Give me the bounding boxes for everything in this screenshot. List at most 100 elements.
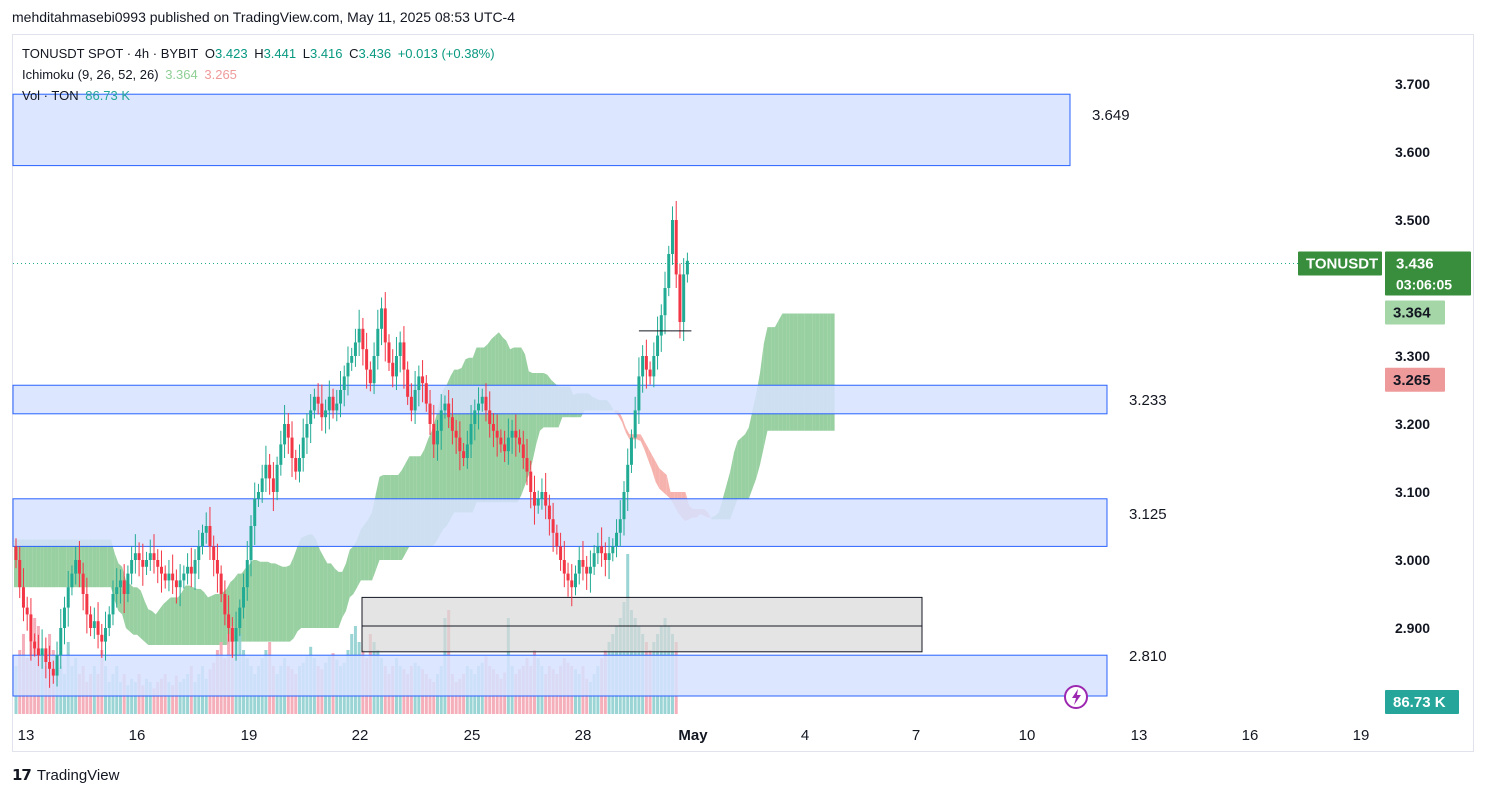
candle-body bbox=[145, 560, 149, 567]
volume-legend[interactable]: Vol · TON 86.73 K bbox=[22, 88, 133, 103]
price-chart[interactable]: 3.649 3.233 3.125 2.810 3.700 3.600 3.500 3.300… bbox=[0, 0, 1488, 798]
candle-body bbox=[331, 396, 335, 411]
candle-body bbox=[409, 396, 413, 411]
candle-body bbox=[118, 580, 122, 588]
ichimoku-cloud-bull bbox=[290, 556, 294, 642]
ichimoku-cloud-bull bbox=[200, 588, 205, 645]
candle-body bbox=[532, 492, 536, 506]
candle-body bbox=[361, 328, 365, 350]
ichimoku-legend[interactable]: Ichimoku (9, 26, 52, 26) 3.364 3.265 bbox=[22, 67, 240, 82]
tradingview-brand[interactable]: 𝟭𝟳 TradingView bbox=[12, 766, 119, 785]
candle-body bbox=[219, 573, 223, 594]
candle-body bbox=[432, 424, 436, 445]
ichimoku-cloud-bull bbox=[133, 587, 138, 635]
ichimoku-cloud-bull bbox=[166, 597, 171, 645]
ichimoku-cloud-bear bbox=[636, 434, 641, 441]
candle-body bbox=[588, 566, 592, 574]
candle-body bbox=[305, 424, 309, 438]
candle-body bbox=[626, 464, 630, 492]
y-tick-label: 3.300 bbox=[1395, 348, 1430, 364]
open-label: O bbox=[204, 46, 216, 61]
ichimoku-cloud-bull bbox=[256, 560, 261, 642]
candle-body bbox=[163, 573, 167, 581]
candle-body bbox=[115, 587, 119, 594]
y-tick-label: 2.900 bbox=[1395, 620, 1430, 636]
ichimoku-cloud-bull bbox=[521, 347, 526, 496]
candle-body bbox=[81, 573, 85, 594]
candle-body bbox=[488, 410, 492, 424]
volume-label[interactable]: Vol · TON bbox=[22, 88, 79, 103]
candle-body bbox=[212, 546, 216, 560]
candle-body bbox=[33, 641, 37, 649]
candle-body bbox=[499, 437, 503, 445]
zone-label-3: 3.125 bbox=[1129, 506, 1167, 523]
candle-body bbox=[223, 594, 227, 615]
ichimoku-cloud-bull bbox=[174, 597, 179, 645]
tradingview-logo-icon: 𝟭𝟳 bbox=[12, 767, 32, 784]
ichimoku-cloud-bull bbox=[745, 427, 749, 499]
candle-body bbox=[536, 498, 540, 506]
candle-body bbox=[100, 634, 104, 642]
candle-body bbox=[465, 444, 469, 458]
ichimoku-cloud-bull bbox=[159, 604, 164, 645]
symbol-price-tag-text: TONUSDT bbox=[1306, 256, 1378, 273]
candle-body bbox=[506, 437, 510, 452]
candle-body bbox=[503, 444, 507, 452]
candle-body bbox=[77, 560, 81, 574]
candle-body bbox=[36, 648, 40, 656]
candle-body bbox=[394, 356, 398, 377]
ichimoku-cloud-bull bbox=[312, 534, 317, 628]
candle-body bbox=[387, 342, 391, 363]
candle-body bbox=[574, 573, 577, 588]
ichimoku-cloud-bull bbox=[260, 561, 264, 642]
ichimoku-cloud-bull bbox=[502, 337, 507, 503]
candle-body bbox=[644, 356, 648, 370]
candle-body bbox=[618, 519, 622, 533]
ichimoku-b-value: 3.265 bbox=[204, 67, 237, 82]
ichimoku-cloud-bull bbox=[334, 568, 339, 628]
ichimoku-cloud-bull bbox=[252, 560, 257, 642]
candle-body bbox=[469, 424, 473, 445]
ichimoku-cloud-bull bbox=[211, 594, 216, 645]
symbol-name[interactable]: TONUSDT SPOT · 4h · BYBIT bbox=[22, 46, 198, 61]
ichimoku-cloud-bull bbox=[345, 549, 350, 611]
candle-body bbox=[566, 573, 570, 581]
high-value: 3.441 bbox=[263, 46, 297, 61]
ichimoku-cloud-bull bbox=[129, 583, 134, 635]
ichimoku-cloud-bull bbox=[771, 327, 775, 431]
candle-body bbox=[342, 376, 346, 390]
candle-body bbox=[685, 260, 689, 275]
y-tick-label: 3.500 bbox=[1395, 212, 1430, 228]
ichimoku-cloud-bull bbox=[286, 565, 291, 642]
candle-body bbox=[600, 546, 604, 554]
ichimoku-cloud-bull bbox=[282, 566, 287, 642]
candle-body bbox=[178, 580, 182, 588]
candle-body bbox=[406, 369, 410, 397]
candle-body bbox=[603, 553, 607, 560]
candle-body bbox=[249, 526, 253, 560]
ichimoku-cloud-bull bbox=[349, 546, 354, 598]
ichimoku-cloud-bull bbox=[293, 546, 298, 639]
candle-body bbox=[581, 560, 585, 567]
candle-body bbox=[622, 492, 626, 520]
ichimoku-cloud-bull bbox=[342, 563, 346, 618]
high-label: H bbox=[254, 46, 264, 61]
symbol-legend[interactable]: TONUSDT SPOT · 4h · BYBIT O3.423 H3.441 … bbox=[22, 46, 498, 61]
ichimoku-cloud-bull bbox=[748, 410, 753, 499]
candle-body bbox=[439, 410, 443, 431]
ichimoku-label[interactable]: Ichimoku (9, 26, 52, 26) bbox=[22, 67, 159, 82]
candle-body bbox=[320, 403, 324, 418]
ichimoku-cloud-bear bbox=[659, 468, 664, 492]
candle-body bbox=[268, 464, 272, 479]
ichimoku-cloud-bull bbox=[316, 539, 320, 628]
volume-value: 86.73 K bbox=[85, 88, 131, 103]
candle-body bbox=[559, 546, 563, 560]
candle-body bbox=[670, 220, 674, 254]
candle-body bbox=[189, 566, 193, 574]
candle-body bbox=[682, 274, 686, 322]
candle-body bbox=[283, 424, 287, 445]
candle-body bbox=[260, 478, 264, 492]
candle-body bbox=[193, 560, 197, 574]
change-value: +0.013 (+0.38%) bbox=[397, 46, 495, 61]
y-tick-label: 3.700 bbox=[1395, 76, 1430, 92]
